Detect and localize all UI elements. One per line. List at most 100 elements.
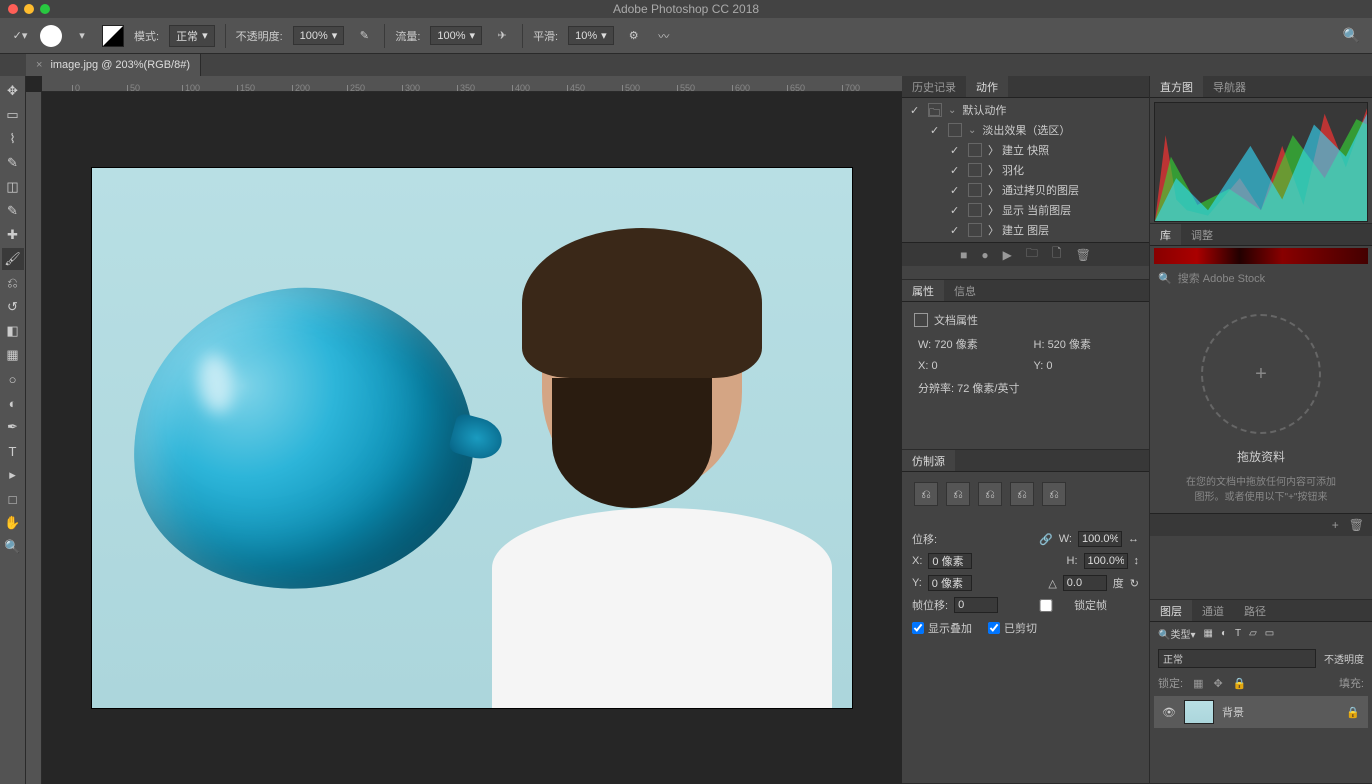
brush-tool[interactable]: 🖌 bbox=[2, 248, 24, 270]
filter-shape-icon[interactable]: ▱ bbox=[1249, 628, 1257, 639]
quick-select-tool[interactable]: ✎ bbox=[2, 152, 24, 174]
navigator-tab[interactable]: 导航器 bbox=[1203, 76, 1256, 97]
clone-tool[interactable]: ⎌ bbox=[2, 272, 24, 294]
action-item[interactable]: ✓〉 通过拷贝的图层 bbox=[906, 180, 1145, 200]
lasso-tool[interactable]: ⌇ bbox=[2, 128, 24, 150]
layer-row[interactable]: 👁 背景 🔒 bbox=[1154, 696, 1368, 728]
brush-panel-toggle[interactable] bbox=[102, 25, 124, 47]
path-select-tool[interactable]: ▸ bbox=[2, 464, 24, 486]
close-tab-icon[interactable]: × bbox=[36, 59, 42, 71]
layer-name[interactable]: 背景 bbox=[1222, 704, 1244, 720]
paths-tab[interactable]: 路径 bbox=[1234, 600, 1276, 621]
clone-y-input[interactable] bbox=[928, 575, 972, 591]
reset-icon[interactable]: ↻ bbox=[1130, 577, 1139, 590]
actions-tab[interactable]: 动作 bbox=[966, 76, 1008, 97]
marquee-tool[interactable]: ▭ bbox=[2, 104, 24, 126]
hand-tool[interactable]: ✋ bbox=[2, 512, 24, 534]
kind-filter[interactable]: 🔍类型▾ bbox=[1158, 626, 1195, 641]
search-icon[interactable]: 🔍 bbox=[1343, 27, 1360, 44]
action-item[interactable]: ✓〉 建立 图层 bbox=[906, 220, 1145, 240]
action-item[interactable]: ✓〉 显示 当前图层 bbox=[906, 200, 1145, 220]
clone-preset-1[interactable]: ⎌ bbox=[914, 482, 938, 506]
flip-v-icon[interactable]: ↕ bbox=[1134, 555, 1140, 567]
clone-preset-3[interactable]: ⎌ bbox=[978, 482, 1002, 506]
link-icon[interactable]: 🔗 bbox=[1039, 533, 1053, 546]
eyedropper-tool[interactable]: ✎ bbox=[2, 200, 24, 222]
lock-position-icon[interactable]: ✥ bbox=[1213, 677, 1222, 690]
blend-mode-select[interactable]: 正常 bbox=[1158, 649, 1316, 668]
layer-thumbnail[interactable] bbox=[1184, 700, 1214, 724]
airbrush-icon[interactable]: ✈ bbox=[492, 26, 512, 46]
brush-preview[interactable] bbox=[40, 25, 62, 47]
dodge-tool[interactable]: ◐ bbox=[2, 392, 24, 414]
play-icon[interactable]: ▶ bbox=[1003, 248, 1012, 262]
history-tab[interactable]: 历史记录 bbox=[902, 76, 966, 97]
clone-w-input[interactable] bbox=[1078, 531, 1122, 547]
clone-h-input[interactable] bbox=[1084, 553, 1128, 569]
clone-preset-2[interactable]: ⎌ bbox=[946, 482, 970, 506]
clone-angle-input[interactable] bbox=[1063, 575, 1107, 591]
lock-frame-checkbox[interactable] bbox=[1024, 599, 1068, 612]
window-minimize[interactable] bbox=[24, 4, 34, 14]
clone-x-input[interactable] bbox=[928, 553, 972, 569]
symmetry-icon[interactable]: 〰 bbox=[654, 26, 674, 46]
healing-tool[interactable]: ✚ bbox=[2, 224, 24, 246]
crop-tool[interactable]: ◫ bbox=[2, 176, 24, 198]
pen-tool[interactable]: ✒ bbox=[2, 416, 24, 438]
histogram-tab[interactable]: 直方图 bbox=[1150, 76, 1203, 97]
record-icon[interactable]: ● bbox=[981, 248, 988, 262]
properties-tab[interactable]: 属性 bbox=[902, 280, 944, 301]
filter-type-icon[interactable]: T bbox=[1235, 628, 1241, 639]
stock-search-input[interactable]: 搜索 Adobe Stock bbox=[1178, 270, 1265, 286]
clipped-checkbox[interactable] bbox=[988, 622, 1000, 634]
frame-offset-input[interactable] bbox=[954, 597, 998, 613]
gradient-tool[interactable]: ▦ bbox=[2, 344, 24, 366]
pressure-opacity-icon[interactable]: ✎ bbox=[354, 26, 374, 46]
brush-tool-icon[interactable]: ✓▾ bbox=[10, 26, 30, 46]
action-item[interactable]: ✓🗀⌄默认动作 bbox=[906, 100, 1145, 120]
lock-pixels-icon[interactable]: ▦ bbox=[1193, 677, 1203, 690]
visibility-icon[interactable]: 👁 bbox=[1162, 706, 1176, 719]
blend-mode-dropdown[interactable]: 正常 ▾ bbox=[169, 25, 215, 47]
image-canvas[interactable] bbox=[92, 168, 852, 708]
filter-smart-icon[interactable]: ▭ bbox=[1265, 628, 1274, 639]
adjustments-tab[interactable]: 调整 bbox=[1181, 224, 1223, 245]
action-item[interactable]: ✓⌄淡出效果（选区） bbox=[906, 120, 1145, 140]
library-dropzone[interactable]: + bbox=[1201, 314, 1321, 434]
brush-size-dropdown[interactable]: ▾ bbox=[72, 26, 92, 46]
channels-tab[interactable]: 通道 bbox=[1192, 600, 1234, 621]
lock-all-icon[interactable]: 🔒 bbox=[1233, 677, 1247, 690]
stop-icon[interactable]: ■ bbox=[960, 248, 967, 262]
zoom-tool[interactable]: 🔍 bbox=[2, 536, 24, 558]
lib-delete-icon[interactable]: 🗑 bbox=[1349, 518, 1364, 532]
filter-adjust-icon[interactable]: ◐ bbox=[1221, 628, 1227, 639]
eraser-tool[interactable]: ◧ bbox=[2, 320, 24, 342]
new-set-icon[interactable]: 🗀 bbox=[1026, 244, 1038, 265]
window-maximize[interactable] bbox=[40, 4, 50, 14]
flip-h-icon[interactable]: ↔ bbox=[1128, 533, 1139, 545]
opacity-dropdown[interactable]: 100% ▾ bbox=[293, 26, 345, 45]
color-swatches[interactable] bbox=[1154, 248, 1368, 264]
clone-preset-5[interactable]: ⎌ bbox=[1042, 482, 1066, 506]
flow-dropdown[interactable]: 100% ▾ bbox=[430, 26, 482, 45]
type-tool[interactable]: T bbox=[2, 440, 24, 462]
clone-source-tab[interactable]: 仿制源 bbox=[902, 450, 955, 471]
filter-pixel-icon[interactable]: ▦ bbox=[1203, 628, 1212, 639]
smoothing-gear-icon[interactable]: ⚙ bbox=[624, 26, 644, 46]
lib-add-icon[interactable]: + bbox=[1332, 518, 1339, 532]
document-tab[interactable]: × image.jpg @ 203%(RGB/8#) bbox=[26, 54, 201, 76]
smoothing-dropdown[interactable]: 10% ▾ bbox=[568, 26, 614, 45]
move-tool[interactable]: ✥ bbox=[2, 80, 24, 102]
layers-tab[interactable]: 图层 bbox=[1150, 600, 1192, 621]
new-action-icon[interactable]: 🗋 bbox=[1052, 244, 1062, 265]
action-item[interactable]: ✓〉 建立 快照 bbox=[906, 140, 1145, 160]
history-brush-tool[interactable]: ↺ bbox=[2, 296, 24, 318]
window-close[interactable] bbox=[8, 4, 18, 14]
action-item[interactable]: ✓〉 羽化 bbox=[906, 160, 1145, 180]
delete-icon[interactable]: 🗑 bbox=[1076, 248, 1091, 262]
blur-tool[interactable]: ○ bbox=[2, 368, 24, 390]
clone-preset-4[interactable]: ⎌ bbox=[1010, 482, 1034, 506]
info-tab[interactable]: 信息 bbox=[944, 280, 986, 301]
show-overlay-checkbox[interactable] bbox=[912, 622, 924, 634]
shape-tool[interactable]: □ bbox=[2, 488, 24, 510]
